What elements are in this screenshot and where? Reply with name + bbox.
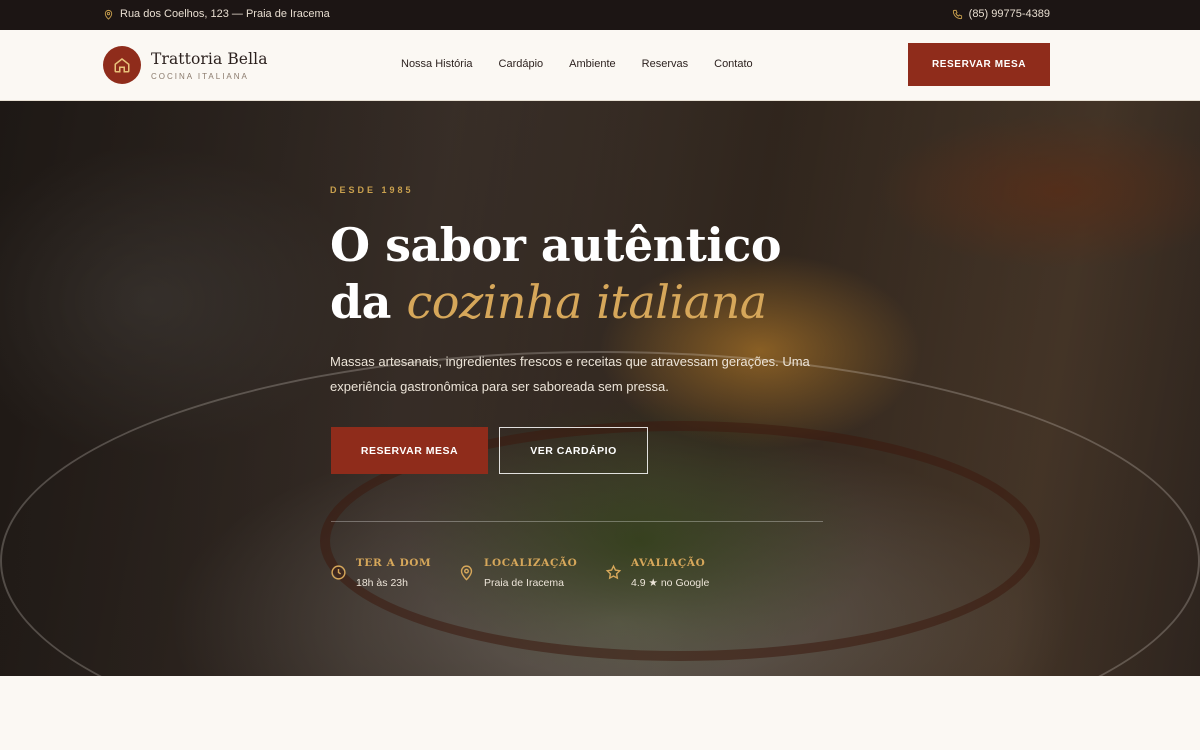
- phone-icon: [952, 9, 962, 19]
- nav-item-cardapio[interactable]: Cardápio: [499, 58, 544, 70]
- clock-icon: [331, 565, 346, 580]
- nav-item-historia[interactable]: Nossa História: [401, 58, 473, 70]
- star-icon: [605, 564, 622, 580]
- nav-item-contato[interactable]: Contato: [714, 58, 753, 70]
- info-hours: TER A DOM 18h às 23h: [330, 557, 431, 589]
- main-nav: Nossa História Cardápio Ambiente Reserva…: [401, 58, 753, 70]
- hero-title: O sabor autêntico da cozinha italiana: [330, 217, 782, 331]
- address-info: Rua dos Coelhos, 123 — Praia de Iracema: [103, 8, 330, 20]
- brand-name: Trattoria Bella: [151, 49, 268, 68]
- address-text: Rua dos Coelhos, 123 — Praia de Iracema: [120, 8, 330, 20]
- logo-badge: [103, 46, 141, 84]
- hero-description: Massas artesanais, ingredientes frescos …: [330, 354, 810, 394]
- info-location: LOCALIZAÇÃO Praia de Iracema: [458, 557, 577, 589]
- reserve-table-button[interactable]: RESERVAR MESA: [331, 427, 488, 474]
- brand-tagline: COCINA ITALIANA: [151, 71, 249, 81]
- nav-item-ambiente[interactable]: Ambiente: [569, 58, 615, 70]
- site-header: Trattoria Bella COCINA ITALIANA Nossa Hi…: [0, 30, 1200, 101]
- phone-info[interactable]: (85) 99775-4389: [952, 8, 1050, 20]
- hero-eyebrow: DESDE 1985: [330, 185, 414, 195]
- info-hours-label: TER A DOM: [356, 557, 432, 569]
- info-rating: AVALIAÇÃO 4.9 ★ no Google: [605, 557, 709, 589]
- top-info-bar: Rua dos Coelhos, 123 — Praia de Iracema …: [0, 0, 1200, 30]
- info-hours-value: 18h às 23h: [356, 577, 408, 589]
- hero-title-line1: O sabor autêntico: [330, 218, 782, 272]
- brand-logo-link[interactable]: Trattoria Bella COCINA ITALIANA: [103, 46, 268, 84]
- hero-title-prefix: da: [330, 275, 407, 329]
- info-location-label: LOCALIZAÇÃO: [484, 557, 578, 569]
- phone-text: (85) 99775-4389: [968, 8, 1050, 20]
- hero-divider: [331, 521, 823, 522]
- next-section: [0, 676, 1200, 750]
- map-pin-icon: [460, 565, 473, 581]
- map-pin-icon: [104, 9, 113, 20]
- view-menu-button[interactable]: VER CARDÁPIO: [499, 427, 648, 474]
- info-rating-value: 4.9 ★ no Google: [631, 577, 710, 589]
- info-location-value: Praia de Iracema: [484, 577, 564, 589]
- info-rating-label: AVALIAÇÃO: [631, 557, 706, 569]
- nav-item-reservas[interactable]: Reservas: [642, 58, 688, 70]
- home-icon: [114, 58, 130, 73]
- hero-title-accent: cozinha italiana: [406, 275, 767, 329]
- reserve-table-button-header[interactable]: RESERVAR MESA: [908, 43, 1050, 86]
- hero-section: DESDE 1985 O sabor autêntico da cozinha …: [0, 101, 1200, 676]
